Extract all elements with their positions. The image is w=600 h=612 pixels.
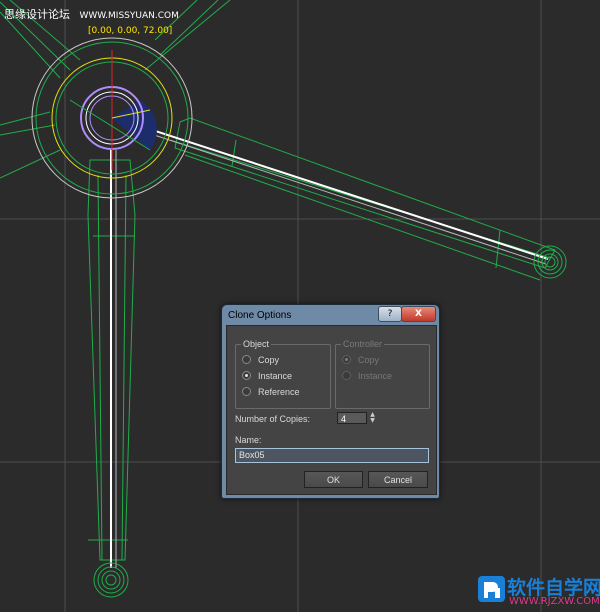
controller-instance-radio: Instance xyxy=(342,371,392,385)
dialog-title: Clone Options xyxy=(228,310,292,321)
cancel-button[interactable]: Cancel xyxy=(368,471,428,488)
radio-label: Copy xyxy=(358,355,380,365)
object-group: Object Copy Instance Reference xyxy=(235,339,331,409)
radio-icon xyxy=(342,355,351,364)
object-group-title: Object xyxy=(241,339,272,349)
radio-icon xyxy=(242,355,251,364)
dialog-body: Object Copy Instance Reference Controlle… xyxy=(226,325,437,495)
object-instance-radio[interactable]: Instance xyxy=(242,371,292,385)
copies-input[interactable]: 4 xyxy=(337,412,367,424)
controller-group: Controller Copy Instance xyxy=(335,339,430,409)
help-icon: ? xyxy=(387,309,393,319)
object-reference-radio[interactable]: Reference xyxy=(242,387,300,401)
copies-label: Number of Copies: xyxy=(235,414,311,424)
name-label: Name: xyxy=(235,435,262,445)
watermark-top-text: 思缘设计论坛 xyxy=(4,8,70,21)
controller-copy-radio: Copy xyxy=(342,355,379,369)
radio-label: Instance xyxy=(258,371,293,381)
ok-button[interactable]: OK xyxy=(304,471,363,488)
radio-label: Reference xyxy=(258,387,300,397)
watermark-bottom: 软件自学网 WWW.RJZXW.COM xyxy=(477,574,600,608)
object-copy-radio[interactable]: Copy xyxy=(242,355,279,369)
radio-icon xyxy=(342,371,351,380)
radio-label: Instance xyxy=(358,371,393,381)
radio-icon xyxy=(242,371,251,380)
watermark-site: WWW.RJZXW.COM xyxy=(509,596,600,607)
controller-group-title: Controller xyxy=(341,339,385,349)
help-button[interactable]: ? xyxy=(378,306,402,322)
rjzxw-logo-icon xyxy=(478,576,505,602)
spinner-arrows-icon[interactable]: ▲ ▼ xyxy=(369,412,376,424)
copies-spinner[interactable]: 4 ▲ ▼ xyxy=(337,412,377,425)
radio-label: Copy xyxy=(258,355,280,365)
close-button[interactable]: X xyxy=(401,306,436,322)
coordinate-readout: [0.00, 0.00, 72.00] xyxy=(88,26,173,36)
watermark-top-url: WWW.MISSYUAN.COM xyxy=(79,11,179,21)
radio-icon xyxy=(242,387,251,396)
close-icon: X xyxy=(415,309,422,319)
name-input[interactable]: Box05 xyxy=(235,448,429,463)
clone-options-dialog: Clone Options ? X Object Copy Instance R… xyxy=(221,304,440,499)
watermark-top: 思缘设计论坛 WWW.MISSYUAN.COM xyxy=(4,6,179,22)
